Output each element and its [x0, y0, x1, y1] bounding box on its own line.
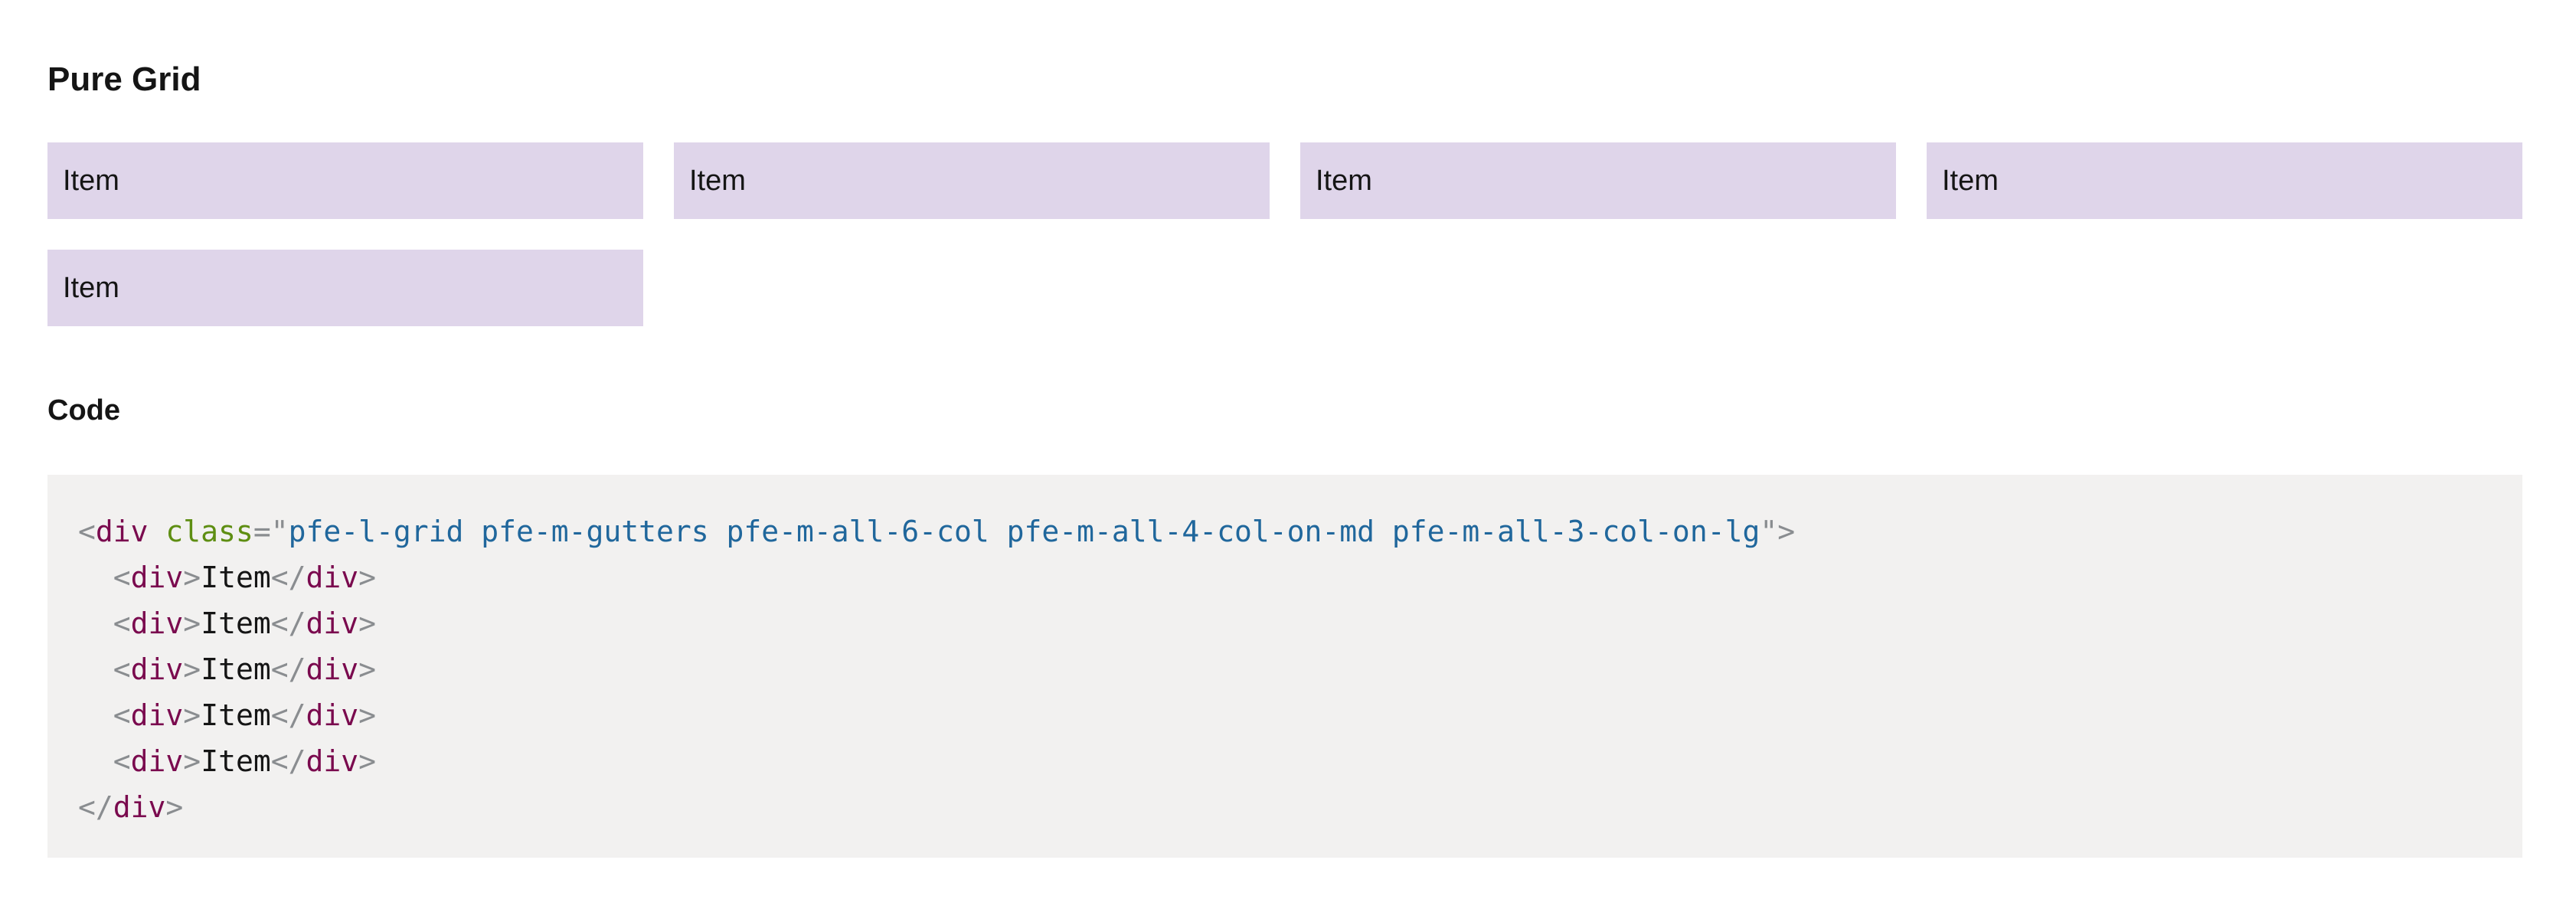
code-punct: >	[165, 790, 184, 824]
code-punct: >	[183, 652, 201, 686]
code-punct: >	[183, 744, 201, 778]
code-punct: "	[1760, 515, 1778, 548]
code-line-open: <div class="pfe-l-grid pfe-m-gutters pfe…	[78, 508, 2522, 554]
page-title: Pure Grid	[47, 60, 201, 98]
code-line-item: <div>Item</div>	[78, 554, 2522, 600]
code-punct: >	[183, 561, 201, 594]
code-punct: </	[270, 652, 306, 686]
page: Pure Grid Item Item Item Item Item Code …	[0, 0, 2576, 922]
code-tag: div	[113, 790, 166, 824]
grid-item: Item	[47, 142, 643, 219]
code-punct: ="	[253, 515, 289, 548]
code-line-item: <div>Item</div>	[78, 738, 2522, 784]
code-block: <div class="pfe-l-grid pfe-m-gutters pfe…	[47, 475, 2522, 858]
code-tag: div	[306, 606, 359, 640]
code-punct: </	[78, 790, 113, 824]
code-punct: <	[113, 561, 131, 594]
code-punct: >	[358, 698, 376, 732]
grid-demo: Item Item Item Item Item	[47, 142, 2522, 326]
code-punct: </	[270, 606, 306, 640]
code-line-item: <div>Item</div>	[78, 646, 2522, 692]
code-punct: </	[270, 698, 306, 732]
code-tag: div	[306, 561, 359, 594]
code-attr-value: pfe-l-grid pfe-m-gutters pfe-m-all-6-col…	[288, 515, 1760, 548]
code-punct: >	[358, 561, 376, 594]
code-punct: <	[113, 652, 131, 686]
code-tag: div	[130, 698, 184, 732]
code-punct: <	[113, 606, 131, 640]
code-punct: <	[78, 515, 96, 548]
code-tag: div	[130, 561, 184, 594]
code-line-item: <div>Item</div>	[78, 600, 2522, 646]
code-text: Item	[201, 698, 271, 732]
code-text: Item	[201, 744, 271, 778]
code-punct: >	[183, 606, 201, 640]
code-punct: >	[183, 698, 201, 732]
code-tag: div	[306, 652, 359, 686]
code-punct: >	[358, 606, 376, 640]
code-punct: >	[358, 652, 376, 686]
code-text: Item	[201, 561, 271, 594]
code-tag: div	[130, 606, 184, 640]
code-punct: >	[358, 744, 376, 778]
code-punct: <	[113, 744, 131, 778]
code-punct: >	[1777, 515, 1796, 548]
code-tag: div	[130, 744, 184, 778]
code-line-close: </div>	[78, 784, 2522, 830]
grid-item: Item	[1927, 142, 2522, 219]
code-punct: </	[270, 561, 306, 594]
code-tag: div	[130, 652, 184, 686]
grid-item: Item	[47, 250, 643, 326]
grid-item: Item	[1300, 142, 1896, 219]
code-tag: div	[306, 698, 359, 732]
code-text: Item	[201, 606, 271, 640]
code-punct: </	[270, 744, 306, 778]
code-punct: <	[113, 698, 131, 732]
code-line-item: <div>Item</div>	[78, 692, 2522, 738]
grid-item: Item	[674, 142, 1270, 219]
code-text: Item	[201, 652, 271, 686]
code-attr-name: class	[165, 515, 253, 548]
code-heading: Code	[47, 394, 120, 427]
code-tag: div	[95, 515, 149, 548]
code-tag: div	[306, 744, 359, 778]
